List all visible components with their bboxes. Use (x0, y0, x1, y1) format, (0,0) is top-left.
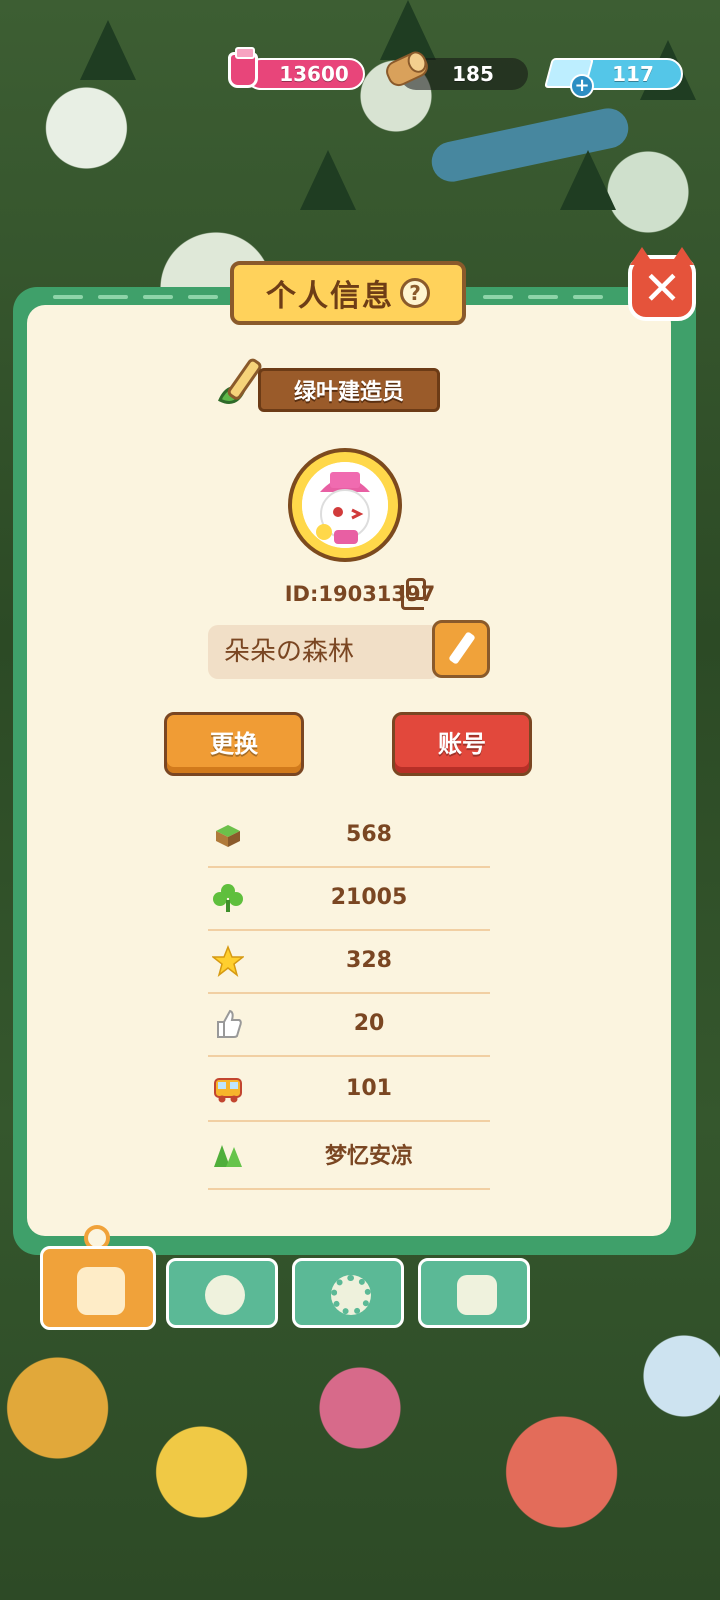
stat-row: 101 (208, 1058, 490, 1122)
close-button[interactable]: ✕ (628, 247, 696, 321)
stat-row: 568 (208, 804, 490, 868)
pine-tree (80, 20, 136, 80)
trees-icon (214, 1145, 242, 1167)
tab-album[interactable] (418, 1258, 530, 1328)
close-icon: ✕ (642, 261, 682, 315)
stat-value: 568 (346, 822, 392, 847)
pine-tree (300, 150, 356, 210)
gem-count: 117 (612, 62, 654, 86)
copy-icon[interactable] (401, 578, 426, 610)
ink-resource-counter[interactable]: 13600 (245, 58, 365, 90)
grass-block-icon (216, 825, 240, 847)
tab-settings[interactable] (292, 1258, 404, 1328)
tab-profile[interactable] (40, 1246, 156, 1330)
flower-badge-icon (205, 1275, 245, 1315)
cat-card-icon (77, 1267, 125, 1315)
panel-title: 个人信息 (266, 279, 394, 314)
ink-jar-icon (228, 47, 258, 88)
stat-row: 21005 (208, 867, 490, 931)
pencil-icon (448, 631, 476, 665)
clover-icon (213, 884, 243, 912)
account-button[interactable]: 账号 (392, 712, 532, 776)
bus-icon (214, 1078, 242, 1103)
edit-nickname-button[interactable] (432, 620, 490, 678)
ink-count: 13600 (279, 62, 349, 86)
avatar[interactable] (288, 448, 402, 562)
pine-tree (380, 0, 436, 60)
star-icon (212, 945, 244, 977)
tab-badge[interactable] (166, 1258, 278, 1328)
help-icon[interactable]: ? (400, 278, 430, 308)
avatar-character-image (302, 462, 388, 548)
stat-value: 328 (346, 948, 392, 973)
player-id: ID:19031397 (284, 582, 436, 606)
nickname-field: 朵朵の森林 (208, 625, 440, 679)
wood-count: 185 (452, 62, 494, 86)
stat-row: 梦忆安凉 (208, 1126, 490, 1190)
photo-album-icon (457, 1275, 497, 1315)
stat-row: 328 (208, 930, 490, 994)
thumbs-up-icon (217, 1009, 242, 1038)
stat-value: 21005 (330, 885, 408, 910)
stat-value: 101 (346, 1076, 392, 1101)
rank-title-plate: 绿叶建造员 (258, 368, 440, 412)
gear-icon (331, 1275, 371, 1315)
stat-value: 20 (353, 1011, 385, 1036)
pine-tree (560, 150, 616, 210)
panel-title-plate: 个人信息 ? (230, 261, 466, 325)
change-avatar-button[interactable]: 更换 (164, 712, 304, 776)
stat-value: 梦忆安凉 (324, 1144, 413, 1169)
stat-row: 20 (208, 993, 490, 1057)
rank-title: 绿叶建造员 (293, 380, 404, 405)
add-gem-icon[interactable]: + (570, 74, 594, 98)
